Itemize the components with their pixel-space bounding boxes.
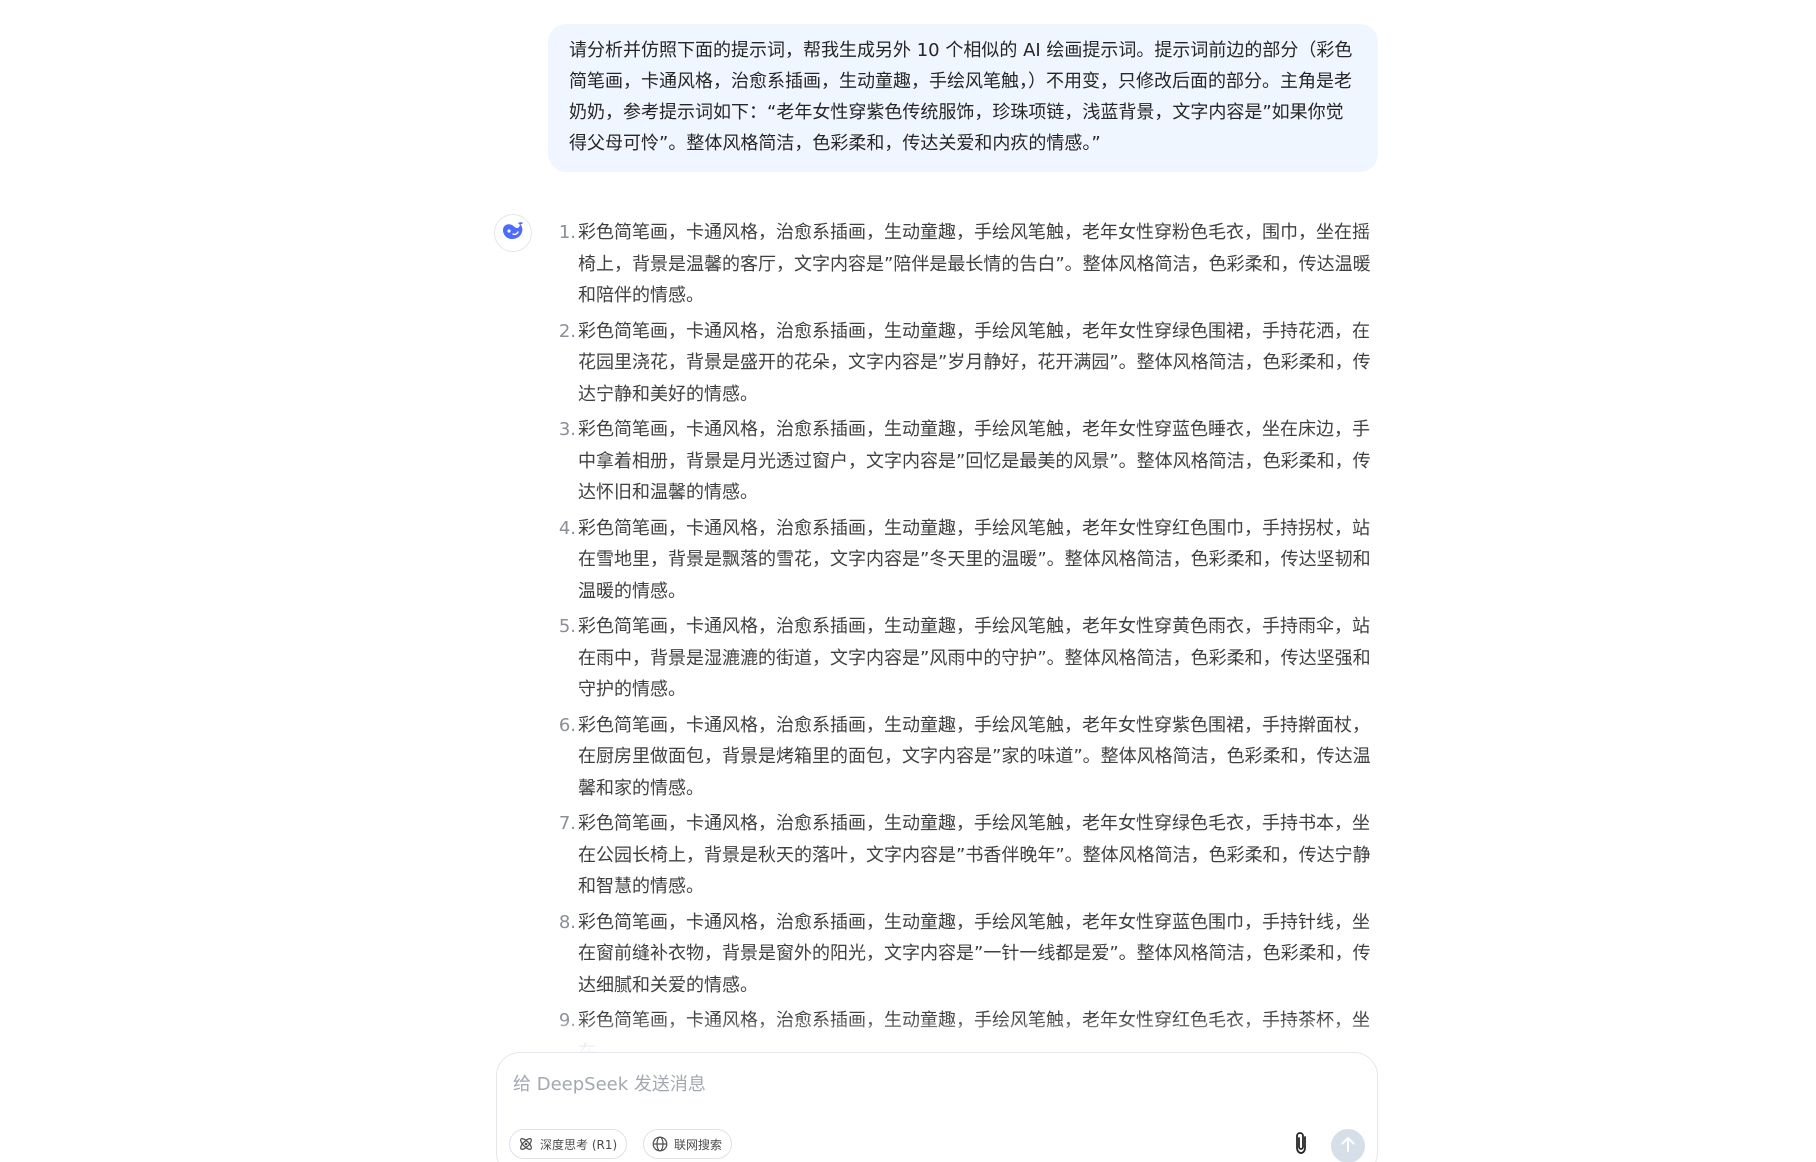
list-item-number: 8. [558,911,576,933]
list-item-text: 彩色简笔画，卡通风格，治愈系插画，生动童趣，手绘风笔触，老年女性穿紫色围裙，手持… [578,714,1371,799]
list-item-number: 6. [558,714,576,736]
list-item-number: 9. [558,1010,576,1031]
answer-list: 1. 彩色简笔画，卡通风格，治愈系插画，生动童趣，手绘风笔触，老年女性穿粉色毛衣，… [548,217,1380,1062]
list-item-text: 彩色简笔画，卡通风格，治愈系插画，生动童趣，手绘风笔触，老年女性穿蓝色睡衣，坐在… [578,419,1371,503]
list-item-text: 彩色简笔画，卡通风格，治愈系插画，生动童趣，手绘风笔触，老年女性穿红色围巾，手持… [578,517,1371,602]
list-item-number: 5. [558,616,576,637]
list-item-text: 彩色简笔画，卡通风格，治愈系插画，生动童趣，手绘风笔触，老年女性穿绿色毛衣，手持… [578,813,1371,897]
answer-list-item: 2. 彩色简笔画，卡通风格，治愈系插画，生动童趣，手绘风笔触，老年女性穿绿色围裙，… [548,316,1380,411]
arrow-up-icon [1340,1135,1356,1157]
attach-button[interactable] [1289,1131,1313,1159]
answer-list-item: 4. 彩色简笔画，卡通风格，治愈系插画，生动童趣，手绘风笔触，老年女性穿红色围巾，… [548,513,1380,608]
list-item-number: 1. [558,222,576,243]
web-search-button[interactable]: 联网搜索 [643,1129,733,1159]
answer-list-item: 7. 彩色简笔画，卡通风格，治愈系插画，生动童趣，手绘风笔触，老年女性穿绿色毛衣，… [548,808,1380,903]
list-item-number: 2. [558,320,576,342]
deepseek-chat-page: 请分析并仿照下面的提示词，帮我生成另外 10 个相似的 AI 绘画提示词。提示词… [0,0,1816,1162]
send-button[interactable] [1331,1129,1365,1162]
atom-icon [517,1135,535,1153]
user-message-text: 请分析并仿照下面的提示词，帮我生成另外 10 个相似的 AI 绘画提示词。提示词… [569,40,1353,154]
answer-list-item: 5. 彩色简笔画，卡通风格，治愈系插画，生动童趣，手绘风笔触，老年女性穿黄色雨衣，… [548,611,1380,706]
list-item-number: 3. [558,419,576,440]
list-item-text: 彩色简笔画，卡通风格，治愈系插画，生动童趣，手绘风笔触，老年女性穿蓝色围巾，手持… [578,911,1371,996]
deepseek-whale-icon [501,221,525,245]
deep-think-button[interactable]: 深度思考 (R1) [509,1129,628,1159]
assistant-avatar [494,214,532,252]
list-item-text: 彩色简笔画，卡通风格，治愈系插画，生动童趣，手绘风笔触，老年女性穿绿色围裙，手持… [578,320,1371,405]
list-item-number: 4. [558,517,576,539]
answer-list-item: 8. 彩色简笔画，卡通风格，治愈系插画，生动童趣，手绘风笔触，老年女性穿蓝色围巾，… [548,907,1380,1002]
answer-list-item: 6. 彩色简笔画，卡通风格，治愈系插画，生动童趣，手绘风笔触，老年女性穿紫色围裙，… [548,710,1380,805]
list-item-number: 7. [558,813,576,834]
list-item-text: 彩色简笔画，卡通风格，治愈系插画，生动童趣，手绘风笔触，老年女性穿粉色毛衣，围巾… [578,222,1371,306]
answer-list-item: 3. 彩色简笔画，卡通风格，治愈系插画，生动童趣，手绘风笔触，老年女性穿蓝色睡衣，… [548,414,1380,509]
list-item-text: 彩色简笔画，卡通风格，治愈系插画，生动童趣，手绘风笔触，老年女性穿黄色雨衣，手持… [578,616,1371,700]
web-search-label: 联网搜索 [674,1137,723,1152]
paperclip-icon [1291,1130,1311,1160]
answer-list-item: 1. 彩色简笔画，卡通风格，治愈系插画，生动童趣，手绘风笔触，老年女性穿粉色毛衣，… [548,217,1380,312]
user-message-bubble: 请分析并仿照下面的提示词，帮我生成另外 10 个相似的 AI 绘画提示词。提示词… [548,24,1378,172]
message-input[interactable] [511,1063,1355,1105]
message-composer: 深度思考 (R1) 联网搜索 [496,1052,1378,1162]
globe-icon [651,1135,669,1153]
deep-think-label: 深度思考 (R1) [540,1137,618,1152]
chat-scroll-area[interactable]: 请分析并仿照下面的提示词，帮我生成另外 10 个相似的 AI 绘画提示词。提示词… [0,0,1816,1062]
